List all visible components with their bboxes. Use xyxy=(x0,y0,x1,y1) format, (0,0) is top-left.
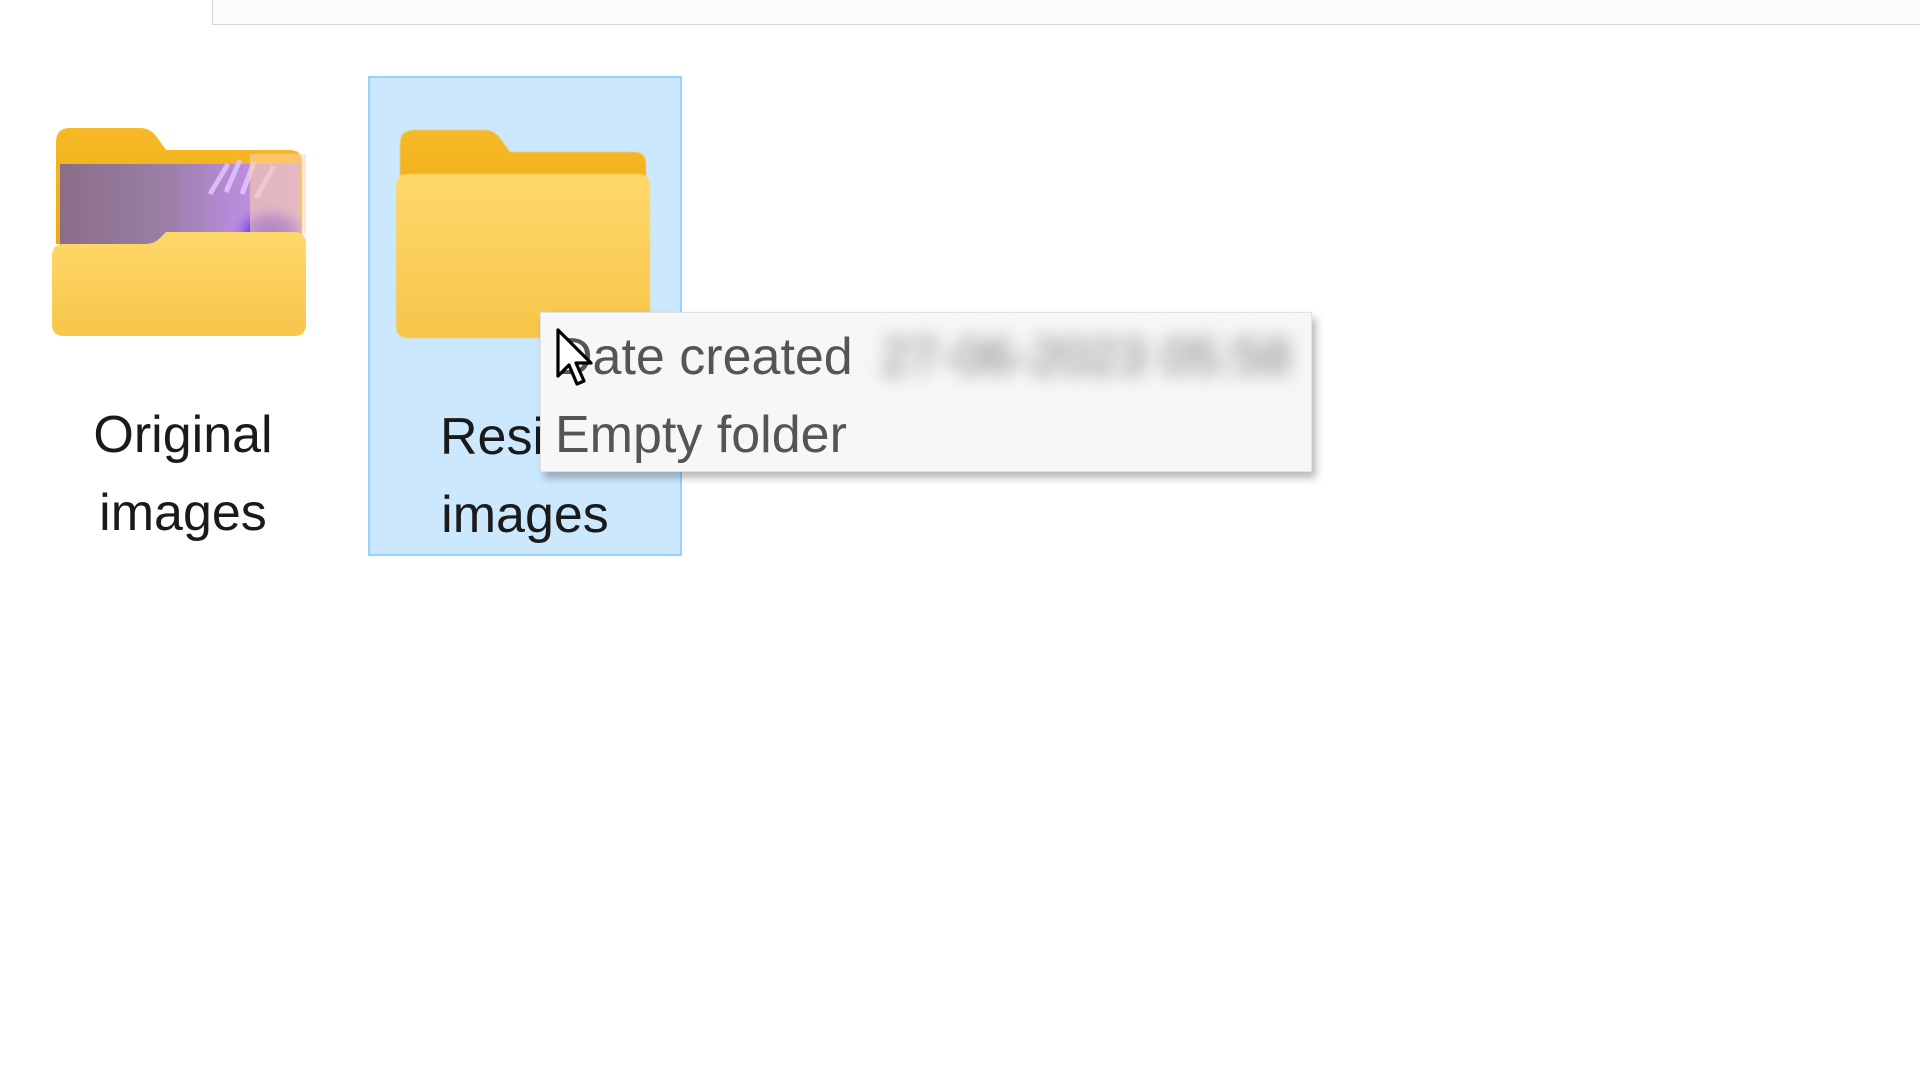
folder-label-line-1: Original xyxy=(93,406,273,464)
folder-icon xyxy=(396,130,650,338)
folder-label-line-2: images xyxy=(99,484,267,542)
address-bar-edge xyxy=(212,0,1920,25)
tooltip-status: Empty folder xyxy=(555,406,847,464)
tooltip-date-label: Date created xyxy=(555,328,853,386)
file-explorer-content-area: Original images Resiz images Date create… xyxy=(0,0,1920,1080)
folder-info-tooltip: Date created 27-06-2023 05:58 Empty folde… xyxy=(540,312,1312,472)
folder-label-line-2: images xyxy=(441,486,609,544)
folder-icon xyxy=(52,128,306,336)
folder-label: Original images xyxy=(26,396,340,552)
tooltip-date-row: Date created 27-06-2023 05:58 xyxy=(555,325,1291,389)
folder-item-original-images[interactable]: Original images xyxy=(26,76,340,556)
tooltip-date-value: 27-06-2023 05:58 xyxy=(880,328,1292,386)
mouse-pointer-icon xyxy=(556,328,593,386)
